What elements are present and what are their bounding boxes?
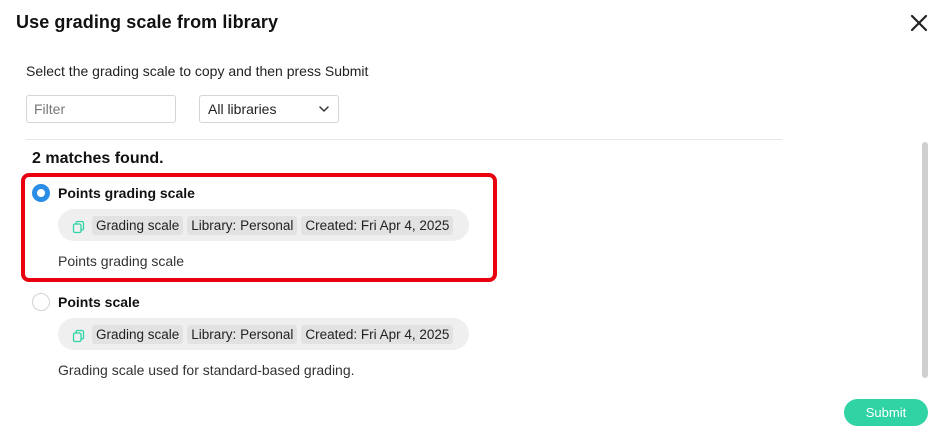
result-meta: Grading scale Library: Personal Created:… [58,318,470,350]
submit-button[interactable]: Submit [844,399,928,426]
library-select-value: All libraries [208,101,277,117]
result-created: Created: Fri Apr 4, 2025 [301,324,454,344]
matches-count: 2 matches found. [32,150,164,167]
result-library: Library: Personal [187,215,298,235]
copy-icon [72,220,85,234]
result-created: Created: Fri Apr 4, 2025 [301,215,454,235]
close-button[interactable] [906,10,932,36]
scrollbar[interactable] [922,142,928,378]
result-title: Points grading scale [58,185,195,201]
filter-input[interactable] [26,95,176,123]
dialog-title: Use grading scale from library [16,12,279,32]
chevron-down-icon [319,106,329,112]
result-library: Library: Personal [187,324,298,344]
library-select[interactable]: All libraries [199,95,339,123]
result-meta: Grading scale Library: Personal Created:… [58,209,470,241]
result-description: Points grading scale [58,253,185,269]
instructions-text: Select the grading scale to copy and the… [26,63,369,79]
result-type: Grading scale [92,215,184,235]
result-type: Grading scale [92,324,184,344]
result-description: Grading scale used for standard-based gr… [58,362,355,378]
copy-icon [72,329,85,343]
result-title: Points scale [58,294,140,310]
close-icon [910,14,928,32]
result-radio-selected[interactable] [32,184,50,202]
divider [26,139,782,140]
result-radio[interactable] [32,293,50,311]
